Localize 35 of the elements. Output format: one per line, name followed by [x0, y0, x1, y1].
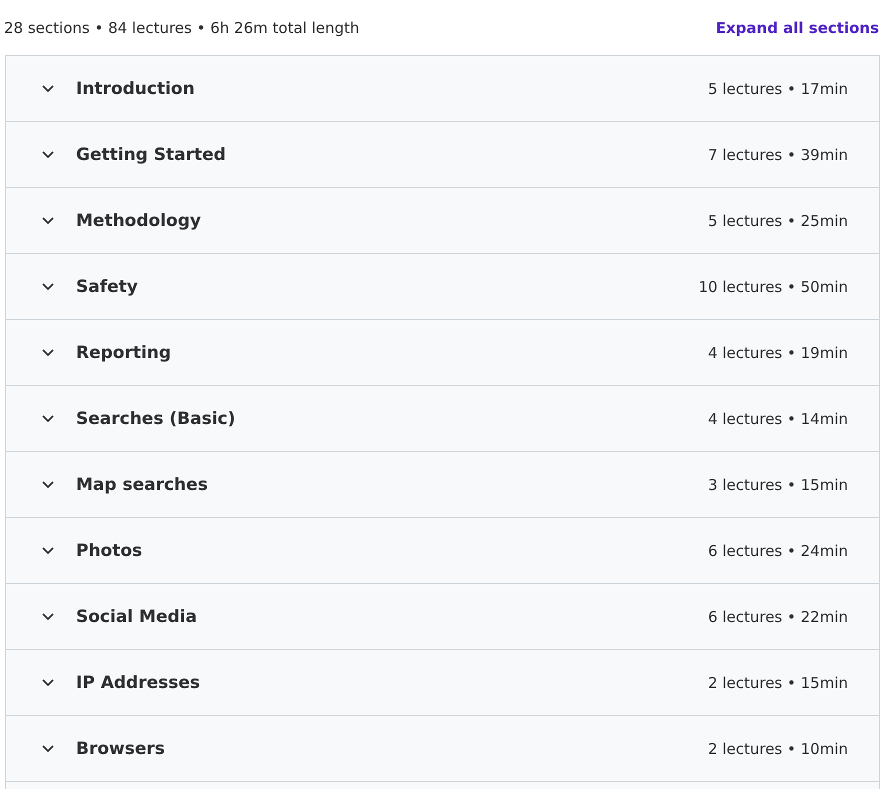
course-summary: 28 sections • 84 lectures • 6h 26m total length	[4, 18, 360, 36]
section-meta: 6 lectures • 22min	[708, 608, 848, 626]
expand-all-link[interactable]: Expand all sections	[716, 18, 879, 36]
section-title: Searches (Basic)	[76, 408, 236, 428]
section-header[interactable]: Safety 10 lectures • 50min	[6, 254, 879, 320]
section-meta: 4 lectures • 19min	[708, 344, 848, 362]
section-meta: 6 lectures • 24min	[708, 542, 848, 560]
section-title: IP Addresses	[76, 672, 201, 692]
section-title: Social Media	[76, 606, 198, 626]
section-meta: 10 lectures • 50min	[698, 278, 848, 296]
section-header[interactable]: Searches (Basic) 4 lectures • 14min	[6, 386, 879, 452]
section-header[interactable]: Social Media 6 lectures • 22min	[6, 584, 879, 650]
section-header[interactable]: Methodology 5 lectures • 25min	[6, 188, 879, 254]
section-header[interactable]: Getting Started 7 lectures • 39min	[6, 122, 879, 188]
section-meta: 5 lectures • 17min	[708, 80, 848, 98]
section-title: Getting Started	[76, 144, 227, 164]
section-header[interactable]: IP Addresses 2 lectures • 15min	[6, 650, 879, 716]
section-meta: 5 lectures • 25min	[708, 212, 848, 230]
section-title: Photos	[76, 540, 144, 560]
section-meta: 7 lectures • 39min	[708, 146, 848, 164]
section-title: Browsers	[76, 738, 166, 758]
section-title: Map searches	[76, 474, 209, 494]
section-title: Safety	[76, 276, 139, 296]
section-meta: 3 lectures • 15min	[708, 476, 848, 494]
section-meta: 4 lectures • 14min	[708, 410, 848, 428]
section-meta: 2 lectures • 15min	[708, 674, 848, 692]
section-header[interactable]: Map searches 3 lectures • 15min	[6, 452, 879, 518]
section-header[interactable]: Photos 6 lectures • 24min	[6, 518, 879, 584]
section-title: Methodology	[76, 210, 202, 230]
section-title: Introduction	[76, 78, 196, 98]
section-title: Reporting	[76, 342, 172, 362]
section-header[interactable]: Reporting 4 lectures • 19min	[6, 320, 879, 386]
section-header[interactable]: Introduction 5 lectures • 17min	[6, 56, 879, 122]
section-header[interactable]: Browsers 2 lectures • 10min	[6, 716, 879, 782]
section-meta: 2 lectures • 10min	[708, 740, 848, 758]
